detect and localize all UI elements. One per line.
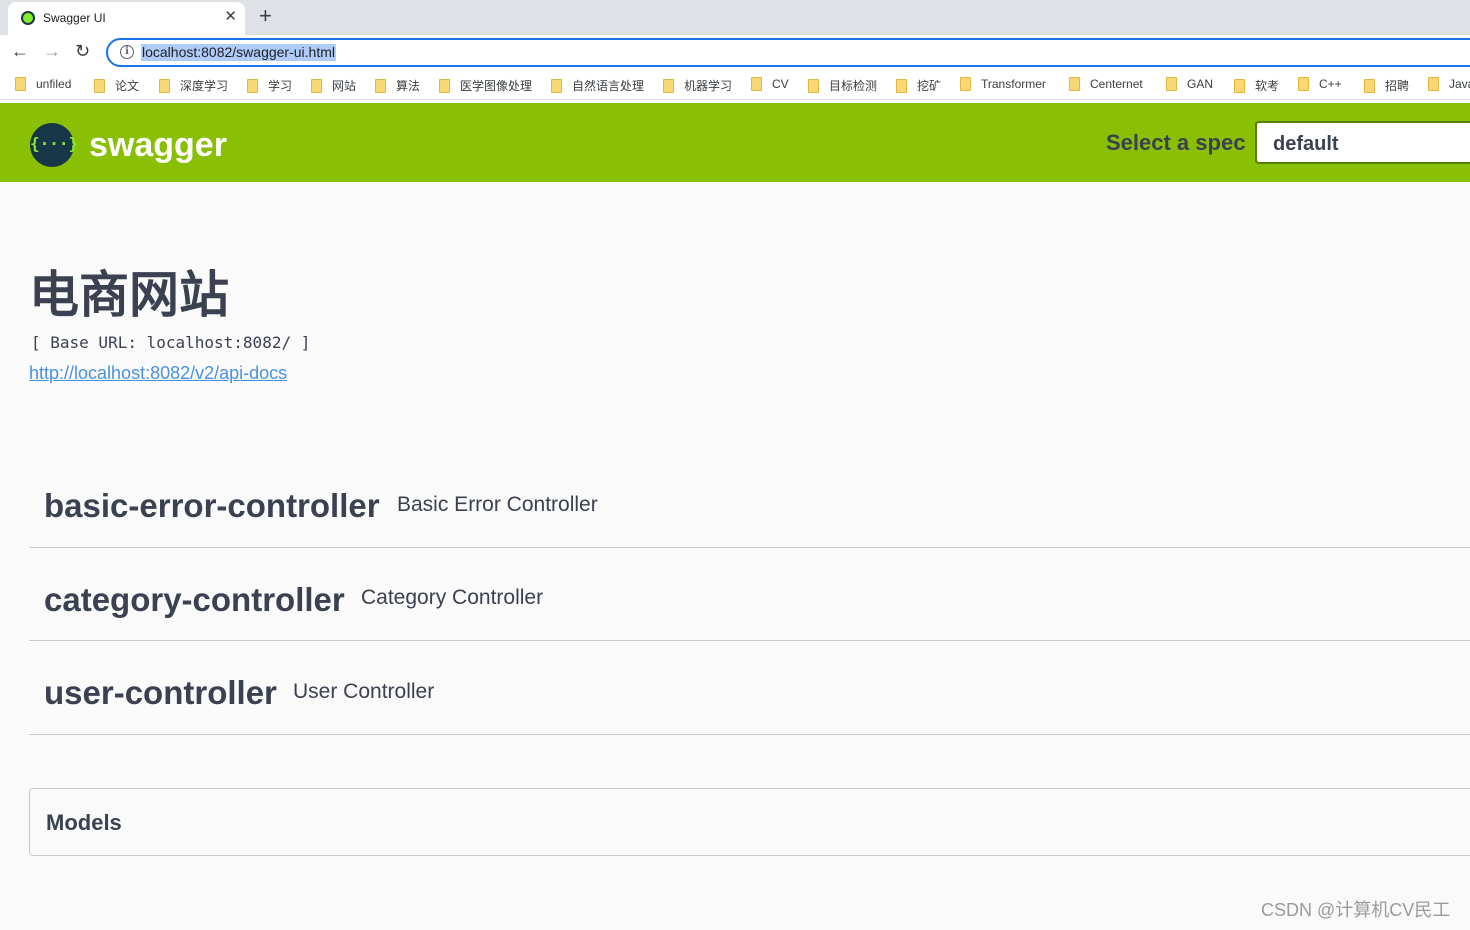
- folder-icon: [1166, 77, 1177, 91]
- folder-icon: [94, 78, 105, 93]
- tab-title: Swagger UI: [43, 11, 106, 25]
- bookmarks-bar: unfiled 论文 深度学习 学习 网站 算法 医学图像处理 自然语言处理 机…: [0, 69, 1470, 100]
- folder-icon: [1234, 78, 1245, 93]
- bookmark-folder[interactable]: 目标检测: [808, 77, 877, 94]
- browser-tab[interactable]: Swagger UI ✕: [8, 2, 245, 35]
- spec-select[interactable]: default: [1255, 121, 1470, 164]
- forward-arrow-icon[interactable]: →: [43, 40, 61, 62]
- back-arrow-icon[interactable]: ←: [11, 40, 29, 62]
- models-section[interactable]: Models: [29, 788, 1470, 856]
- site-info-icon[interactable]: i: [120, 45, 134, 59]
- bookmark-folder[interactable]: 挖矿: [896, 77, 941, 94]
- bookmark-folder[interactable]: 机器学习: [663, 77, 732, 94]
- bookmark-folder[interactable]: C++: [1298, 77, 1342, 91]
- watermark: CSDN @计算机CV民工: [1261, 900, 1451, 920]
- reload-icon[interactable]: ↻: [75, 40, 90, 62]
- bookmark-folder[interactable]: 论文: [94, 77, 139, 94]
- folder-icon: [247, 78, 258, 93]
- api-docs-link[interactable]: http://localhost:8082/v2/api-docs: [29, 362, 287, 384]
- browser-toolbar: ← → ↻ i localhost:8082/swagger-ui.html: [0, 35, 1470, 69]
- api-title: 电商网站: [29, 267, 229, 323]
- controller-section[interactable]: category-controller Category Controller: [29, 547, 1470, 641]
- browser-tab-strip: Swagger UI ✕ +: [0, 0, 1470, 35]
- bookmark-folder[interactable]: GAN: [1166, 77, 1213, 91]
- controller-section[interactable]: user-controller User Controller: [29, 641, 1470, 735]
- folder-icon: [751, 77, 762, 91]
- bookmark-folder[interactable]: 医学图像处理: [439, 77, 532, 94]
- bookmark-folder[interactable]: 深度学习: [159, 77, 228, 94]
- folder-icon: [896, 78, 907, 93]
- controller-name[interactable]: category-controller: [44, 580, 345, 620]
- folder-icon: [15, 77, 26, 91]
- url-text[interactable]: localhost:8082/swagger-ui.html: [141, 44, 336, 61]
- bookmark-folder[interactable]: 学习: [247, 77, 292, 94]
- swagger-favicon-icon: [21, 11, 35, 25]
- swagger-brand[interactable]: swagger: [89, 125, 227, 165]
- bookmark-folder[interactable]: Transformer: [960, 77, 1046, 91]
- bookmark-folder[interactable]: 自然语言处理: [551, 77, 644, 94]
- base-url: [ Base URL: localhost:8082/ ]: [31, 333, 311, 352]
- folder-icon: [439, 78, 450, 93]
- spec-select-value: default: [1273, 133, 1339, 155]
- folder-icon: [375, 78, 386, 93]
- folder-icon: [1428, 77, 1439, 91]
- swagger-logo-icon[interactable]: {···}: [30, 123, 78, 167]
- bookmark-folder[interactable]: unfiled: [15, 77, 71, 91]
- folder-icon: [960, 77, 971, 91]
- controller-section[interactable]: basic-error-controller Basic Error Contr…: [29, 454, 1470, 548]
- controller-name[interactable]: user-controller: [44, 673, 277, 713]
- bookmark-folder[interactable]: CV: [751, 77, 789, 91]
- folder-icon: [1298, 77, 1309, 91]
- controller-description: Basic Error Controller: [397, 493, 598, 516]
- swagger-topbar: {···} swagger Select a spec default: [0, 103, 1470, 182]
- controller-description: Category Controller: [361, 586, 544, 609]
- controller-description: User Controller: [293, 680, 435, 703]
- folder-icon: [663, 78, 674, 93]
- folder-icon: [159, 78, 170, 93]
- bookmark-folder[interactable]: 招聘: [1364, 77, 1409, 94]
- select-spec-label: Select a spec: [1106, 130, 1246, 155]
- models-title[interactable]: Models: [46, 810, 122, 836]
- close-tab-icon[interactable]: ✕: [224, 8, 237, 26]
- bookmark-folder[interactable]: Java: [1428, 77, 1470, 91]
- controller-name[interactable]: basic-error-controller: [44, 486, 380, 526]
- folder-icon: [808, 78, 819, 93]
- folder-icon: [1069, 77, 1080, 91]
- new-tab-icon[interactable]: +: [259, 3, 272, 29]
- folder-icon: [551, 78, 562, 93]
- bookmark-folder[interactable]: 网站: [311, 77, 356, 94]
- bookmark-folder[interactable]: 算法: [375, 77, 420, 94]
- bookmark-folder[interactable]: Centernet: [1069, 77, 1143, 91]
- folder-icon: [311, 78, 322, 93]
- folder-icon: [1364, 78, 1375, 93]
- address-bar[interactable]: i localhost:8082/swagger-ui.html: [106, 38, 1470, 67]
- bookmark-folder[interactable]: 软考: [1234, 77, 1279, 94]
